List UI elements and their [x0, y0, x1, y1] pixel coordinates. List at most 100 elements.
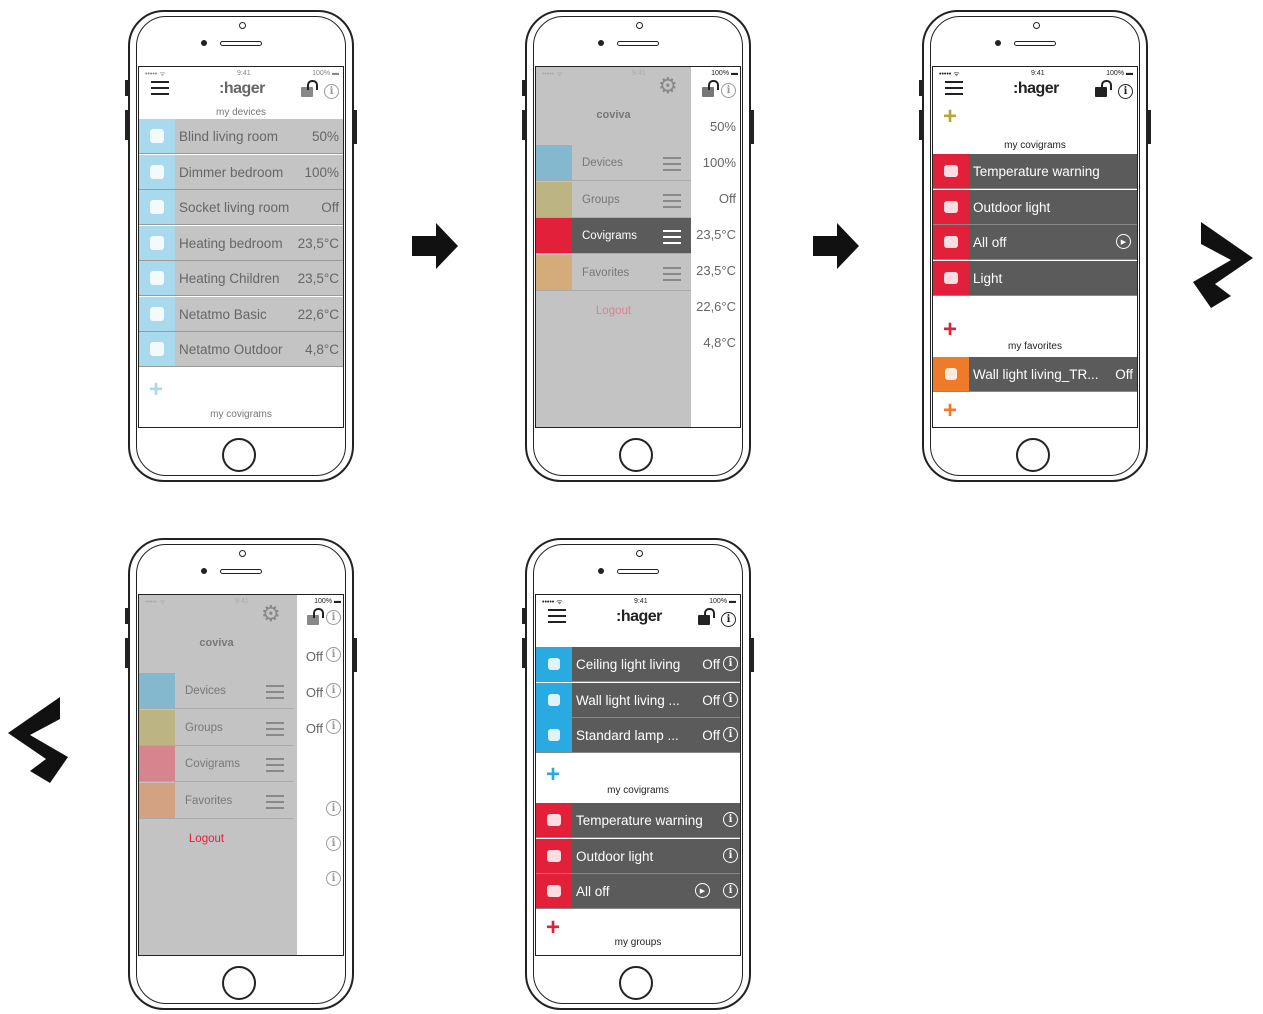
menu-item-label: Groups	[185, 721, 223, 734]
play-icon[interactable]: ▶	[1116, 234, 1131, 249]
add-icon[interactable]: +	[943, 105, 957, 129]
covigram-row[interactable]: All off ▶	[933, 225, 1137, 260]
device-row[interactable]: Heating bedroom 23,5°C	[139, 225, 343, 261]
info-icon[interactable]: i	[326, 836, 341, 851]
lock-icon[interactable]	[1095, 80, 1112, 97]
covigram-label: All off	[576, 884, 610, 899]
covigram-row[interactable]: Light	[933, 260, 1137, 296]
menu-item-covigrams[interactable]: Covigrams	[139, 746, 294, 782]
reorder-icon[interactable]	[663, 230, 681, 248]
info-icon[interactable]: i	[723, 691, 738, 707]
home-button[interactable]	[222, 438, 256, 472]
info-icon[interactable]: i	[723, 656, 738, 671]
info-icon[interactable]: i	[721, 612, 736, 627]
logout-link[interactable]: Logout	[536, 305, 691, 317]
device-row[interactable]: Blind living room 50%	[139, 119, 343, 154]
info-icon[interactable]: i	[326, 719, 341, 734]
info-icon[interactable]: i	[326, 683, 341, 698]
info-icon[interactable]: i	[723, 883, 738, 898]
menu-item-label: Devices	[582, 157, 623, 169]
menu-item-favorites[interactable]: Favorites	[536, 254, 691, 291]
home-button[interactable]	[619, 966, 653, 1000]
home-button[interactable]	[1016, 438, 1050, 472]
home-button[interactable]	[619, 438, 653, 472]
content-peek: 100% ▬ i 50% 100% Off 23,5°C 23,5°C 22,6°C 4,8…	[692, 67, 740, 427]
menu-color-swatch	[139, 709, 175, 745]
device-row[interactable]: Standard lamp ... Off i	[536, 718, 740, 753]
add-icon[interactable]: +	[149, 378, 163, 402]
add-favorite-icon[interactable]: +	[943, 399, 957, 423]
play-icon[interactable]: ▶	[695, 883, 710, 898]
device-label: Standard lamp ...	[576, 728, 679, 743]
add-covigram-icon[interactable]: +	[546, 916, 560, 940]
menu-item-devices[interactable]: Devices	[536, 145, 691, 181]
info-icon[interactable]: i	[326, 647, 341, 662]
covigram-row[interactable]: Temperature warning i	[536, 803, 740, 838]
device-row[interactable]: Socket living room Off	[139, 190, 343, 225]
menu-item-favorites[interactable]: Favorites	[139, 782, 294, 819]
hamburger-menu-icon[interactable]	[151, 81, 169, 95]
info-icon[interactable]: i	[324, 84, 339, 99]
covigram-label: Temperature warning	[576, 813, 703, 828]
favorite-row[interactable]: Wall light living_TR... Off	[933, 357, 1137, 392]
settings-gear-icon[interactable]: ⚙	[261, 601, 281, 627]
device-row[interactable]: Dimmer bedroom 100%	[139, 154, 343, 190]
device-value: Off	[702, 692, 720, 708]
reorder-icon[interactable]	[663, 193, 681, 212]
menu-item-groups[interactable]: Groups	[536, 181, 691, 218]
lock-icon[interactable]	[301, 80, 318, 97]
device-row[interactable]: Netatmo Basic 22,6°C	[139, 296, 343, 332]
info-icon[interactable]: i	[1118, 84, 1133, 99]
info-icon[interactable]: i	[326, 871, 341, 886]
device-icon	[536, 682, 572, 717]
screen-favorites: ••••• ᯤ 9:41 100% ▬ :hager i Ceiling lig…	[535, 594, 741, 956]
status-time: 9:41	[235, 598, 249, 605]
menu-item-groups[interactable]: Groups	[139, 709, 294, 746]
add-covigram-icon[interactable]: +	[943, 318, 957, 342]
reorder-icon[interactable]	[266, 794, 284, 813]
menu-item-covigrams[interactable]: Covigrams	[536, 218, 691, 254]
device-row[interactable]: Netatmo Outdoor 4,8°C	[139, 332, 343, 367]
reorder-icon[interactable]	[266, 685, 284, 703]
add-device-icon[interactable]: +	[546, 763, 560, 787]
covigram-row[interactable]: Outdoor light i	[536, 838, 740, 874]
lock-icon[interactable]	[702, 80, 719, 97]
reorder-icon[interactable]	[266, 721, 284, 740]
covigram-row[interactable]: Outdoor light	[933, 189, 1137, 225]
info-icon[interactable]: i	[721, 83, 736, 98]
covigram-label: Outdoor light	[973, 199, 1051, 215]
device-row[interactable]: Heating Children 23,5°C	[139, 261, 343, 296]
battery-icon: 100% ▬	[711, 70, 738, 77]
battery-icon: 100% ▬	[314, 598, 341, 605]
info-icon[interactable]: i	[723, 847, 738, 863]
info-icon[interactable]: i	[723, 727, 738, 742]
section-title-devices: my devices	[215, 107, 266, 118]
arrow-right-icon	[813, 223, 859, 269]
lock-icon[interactable]	[698, 608, 715, 625]
hamburger-menu-icon[interactable]	[945, 81, 963, 95]
covigram-row[interactable]: Temperature warning	[933, 154, 1137, 189]
signal-icon: ••••• ᯤ	[542, 599, 563, 606]
reorder-icon[interactable]	[266, 758, 284, 776]
device-row[interactable]: Wall light living ... Off i	[536, 682, 740, 718]
home-button[interactable]	[222, 966, 256, 1000]
info-icon[interactable]: i	[326, 610, 341, 625]
socket-icon	[933, 357, 969, 391]
section-title-covigrams: my covigrams	[210, 409, 272, 420]
info-icon[interactable]: i	[326, 801, 341, 816]
reorder-icon[interactable]	[663, 157, 681, 175]
reorder-icon[interactable]	[663, 266, 681, 285]
phone-3: ••••• ᯤ 9:41 100% ▬ :hager i + my covigr…	[919, 10, 1152, 486]
settings-gear-icon[interactable]: ⚙	[658, 73, 678, 99]
info-icon[interactable]: i	[723, 812, 738, 827]
menu-item-devices[interactable]: Devices	[139, 673, 294, 709]
battery-icon: 100% ▬	[1106, 70, 1133, 77]
device-row[interactable]: Ceiling light living Off i	[536, 647, 740, 682]
section-title-favorites: my favorites	[1008, 341, 1062, 352]
lock-icon[interactable]	[307, 608, 324, 625]
hamburger-menu-icon[interactable]	[548, 609, 566, 623]
covigram-row[interactable]: All off ▶ i	[536, 874, 740, 909]
logout-link[interactable]: Logout	[139, 833, 274, 845]
device-label: Dimmer bedroom	[179, 164, 284, 180]
covigram-icon	[933, 260, 969, 295]
